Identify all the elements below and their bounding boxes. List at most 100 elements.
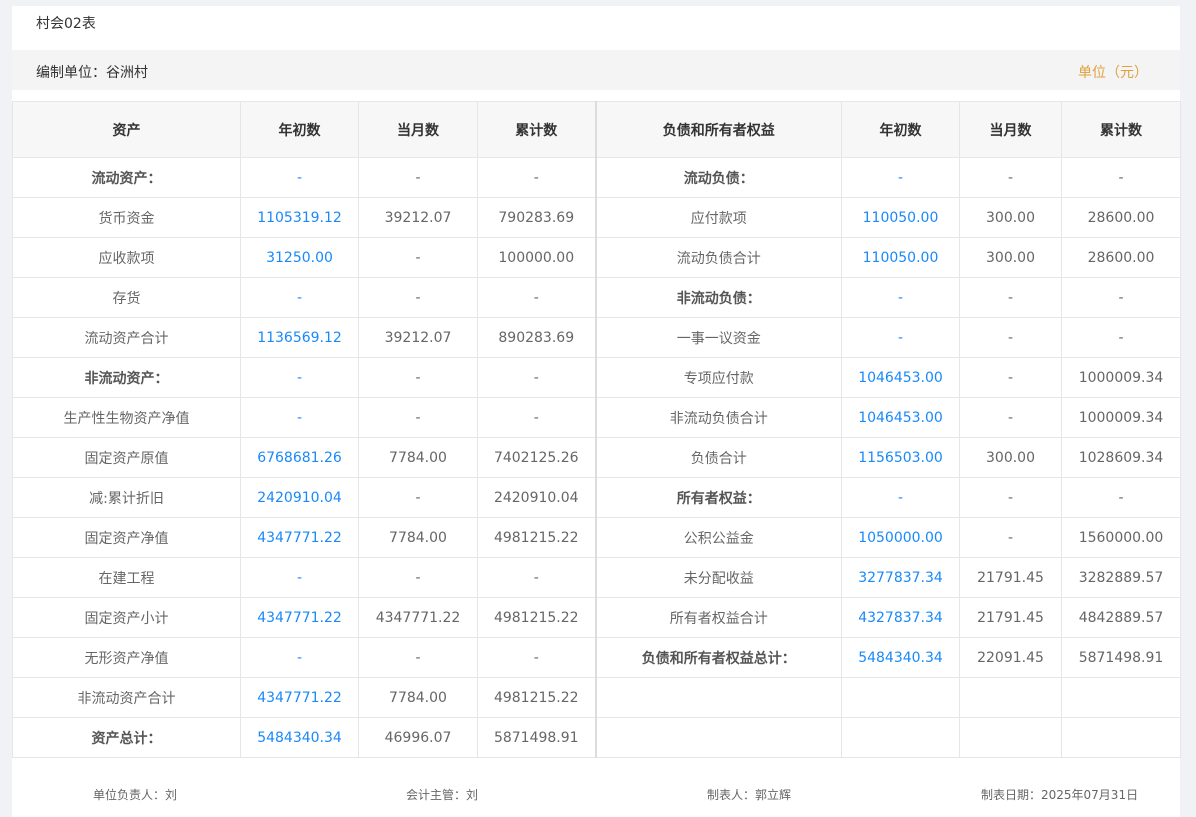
table-cell[interactable]: 4327837.34 <box>841 597 960 638</box>
table-cell: 300.00 <box>959 237 1062 278</box>
table-cell <box>1061 717 1181 758</box>
report-date: 制表日期：2025年07月31日 <box>981 788 1139 802</box>
table-cell: 非流动负债： <box>595 277 842 318</box>
table-cell[interactable]: 1156503.00 <box>841 437 960 478</box>
table-cell: - <box>959 277 1062 318</box>
table-cell: - <box>477 637 597 678</box>
table-row: 非流动资产合计 4347771.22 7784.00 4981215.22 <box>12 677 1181 718</box>
table-cell: 存货 <box>12 277 241 318</box>
table-row: 固定资产小计 4347771.22 4347771.22 4981215.22 所有者权… <box>12 597 1181 638</box>
table-cell: 流动负债合计 <box>595 237 842 278</box>
table-cell: - <box>959 517 1062 558</box>
table-cell[interactable]: 1050000.00 <box>841 517 960 558</box>
table-cell[interactable]: 1136569.12 <box>240 317 359 358</box>
table-cell[interactable]: 4347771.22 <box>240 677 359 718</box>
table-cell[interactable]: - <box>240 157 359 198</box>
table-cell[interactable]: 5484340.34 <box>240 717 359 758</box>
table-cell <box>1061 677 1181 718</box>
table-cell: 未分配收益 <box>595 557 842 598</box>
table-row: 存货 - - - 非流动负债： - - - <box>12 277 1181 318</box>
table-cell: - <box>358 157 478 198</box>
table-cell: 7402125.26 <box>477 437 597 478</box>
table-row: 固定资产原值 6768681.26 7784.00 7402125.26 负债合计 115… <box>12 437 1181 478</box>
table-cell[interactable]: - <box>240 397 359 438</box>
table-cell: - <box>1061 477 1181 518</box>
table-cell: 4842889.57 <box>1061 597 1181 638</box>
org-label: 编制单位：谷洲村 <box>36 65 148 81</box>
table-cell[interactable]: 2420910.04 <box>240 477 359 518</box>
unit-head: 单位负责人：刘 <box>93 788 178 802</box>
table-cell[interactable]: 110050.00 <box>841 237 960 278</box>
table-cell[interactable]: - <box>240 557 359 598</box>
table-cell: 应付款项 <box>595 197 842 238</box>
table-cell: - <box>477 277 597 318</box>
table-cell <box>595 677 842 718</box>
table-cell: 在建工程 <box>12 557 241 598</box>
table-row: 在建工程 - - - 未分配收益 3277837.34 21791.45 3282889.57 <box>12 557 1181 598</box>
table-cell: 公积公益金 <box>595 517 842 558</box>
table-cell[interactable]: 3277837.34 <box>841 557 960 598</box>
table-cell: 固定资产小计 <box>12 597 241 638</box>
table-cell[interactable]: 4347771.22 <box>240 517 359 558</box>
table-cell: 21791.45 <box>959 597 1062 638</box>
table-cell: 7784.00 <box>358 437 478 478</box>
table-cell[interactable]: - <box>841 317 960 358</box>
table-cell: 7784.00 <box>358 677 478 718</box>
table-cell: - <box>959 157 1062 198</box>
table-cell: 流动资产： <box>12 157 241 198</box>
accounting-head: 会计主管：刘 <box>406 788 479 802</box>
col-header-cumulative-2: 累计数 <box>1061 101 1181 158</box>
table-cell: 非流动负债合计 <box>595 397 842 438</box>
table-cell[interactable]: - <box>841 477 960 518</box>
table-cell <box>841 717 960 758</box>
col-header-month: 当月数 <box>358 101 478 158</box>
table-cell: 非流动资产合计 <box>12 677 241 718</box>
table-cell[interactable]: 1046453.00 <box>841 357 960 398</box>
form-title: 村会02表 <box>36 16 96 32</box>
table-cell[interactable]: - <box>240 357 359 398</box>
table-cell: - <box>358 477 478 518</box>
table-cell[interactable]: 1046453.00 <box>841 397 960 438</box>
col-header-asset: 资产 <box>12 101 241 158</box>
table-cell[interactable]: - <box>240 277 359 318</box>
table-cell[interactable]: 31250.00 <box>240 237 359 278</box>
table-cell: - <box>358 397 478 438</box>
table-cell: - <box>358 277 478 318</box>
col-header-month-2: 当月数 <box>959 101 1062 158</box>
table-row: 流动资产： - - - 流动负债： - - - <box>12 157 1181 198</box>
table-cell: 4347771.22 <box>358 597 478 638</box>
table-cell: 所有者权益合计 <box>595 597 842 638</box>
table-cell: 一事一议资金 <box>595 317 842 358</box>
table-cell: 负债和所有者权益总计： <box>595 637 842 678</box>
table-cell: - <box>477 557 597 598</box>
balance-sheet-table: 资产 年初数 当月数 累计数 负债和所有者权益 年初数 当月数 累计数 流动资产… <box>12 101 1181 758</box>
col-header-begin: 年初数 <box>240 101 359 158</box>
table-cell: 28600.00 <box>1061 237 1181 278</box>
table-cell: - <box>1061 157 1181 198</box>
unit-label: 单位（元） <box>1078 65 1148 81</box>
table-cell[interactable]: - <box>841 157 960 198</box>
table-cell[interactable]: 1105319.12 <box>240 197 359 238</box>
table-cell: 3282889.57 <box>1061 557 1181 598</box>
table-cell: - <box>959 357 1062 398</box>
table-cell[interactable]: 6768681.26 <box>240 437 359 478</box>
preparer: 制表人：郭立辉 <box>707 788 792 802</box>
table-cell[interactable]: - <box>240 637 359 678</box>
table-cell[interactable]: 110050.00 <box>841 197 960 238</box>
table-cell: - <box>1061 317 1181 358</box>
table-cell: - <box>358 637 478 678</box>
table-cell: 生产性生物资产净值 <box>12 397 241 438</box>
table-cell: - <box>358 237 478 278</box>
table-cell: 1560000.00 <box>1061 517 1181 558</box>
table-cell: 39212.07 <box>358 317 478 358</box>
table-cell: 4981215.22 <box>477 677 597 718</box>
table-cell: 2420910.04 <box>477 477 597 518</box>
table-cell <box>959 677 1062 718</box>
table-cell[interactable]: 4347771.22 <box>240 597 359 638</box>
table-cell[interactable]: - <box>841 277 960 318</box>
table-cell[interactable]: 5484340.34 <box>841 637 960 678</box>
table-row: 非流动资产： - - - 专项应付款 1046453.00-1000009.34 <box>12 357 1181 398</box>
table-cell: 7784.00 <box>358 517 478 558</box>
table-cell: 4981215.22 <box>477 597 597 638</box>
table-cell: 负债合计 <box>595 437 842 478</box>
